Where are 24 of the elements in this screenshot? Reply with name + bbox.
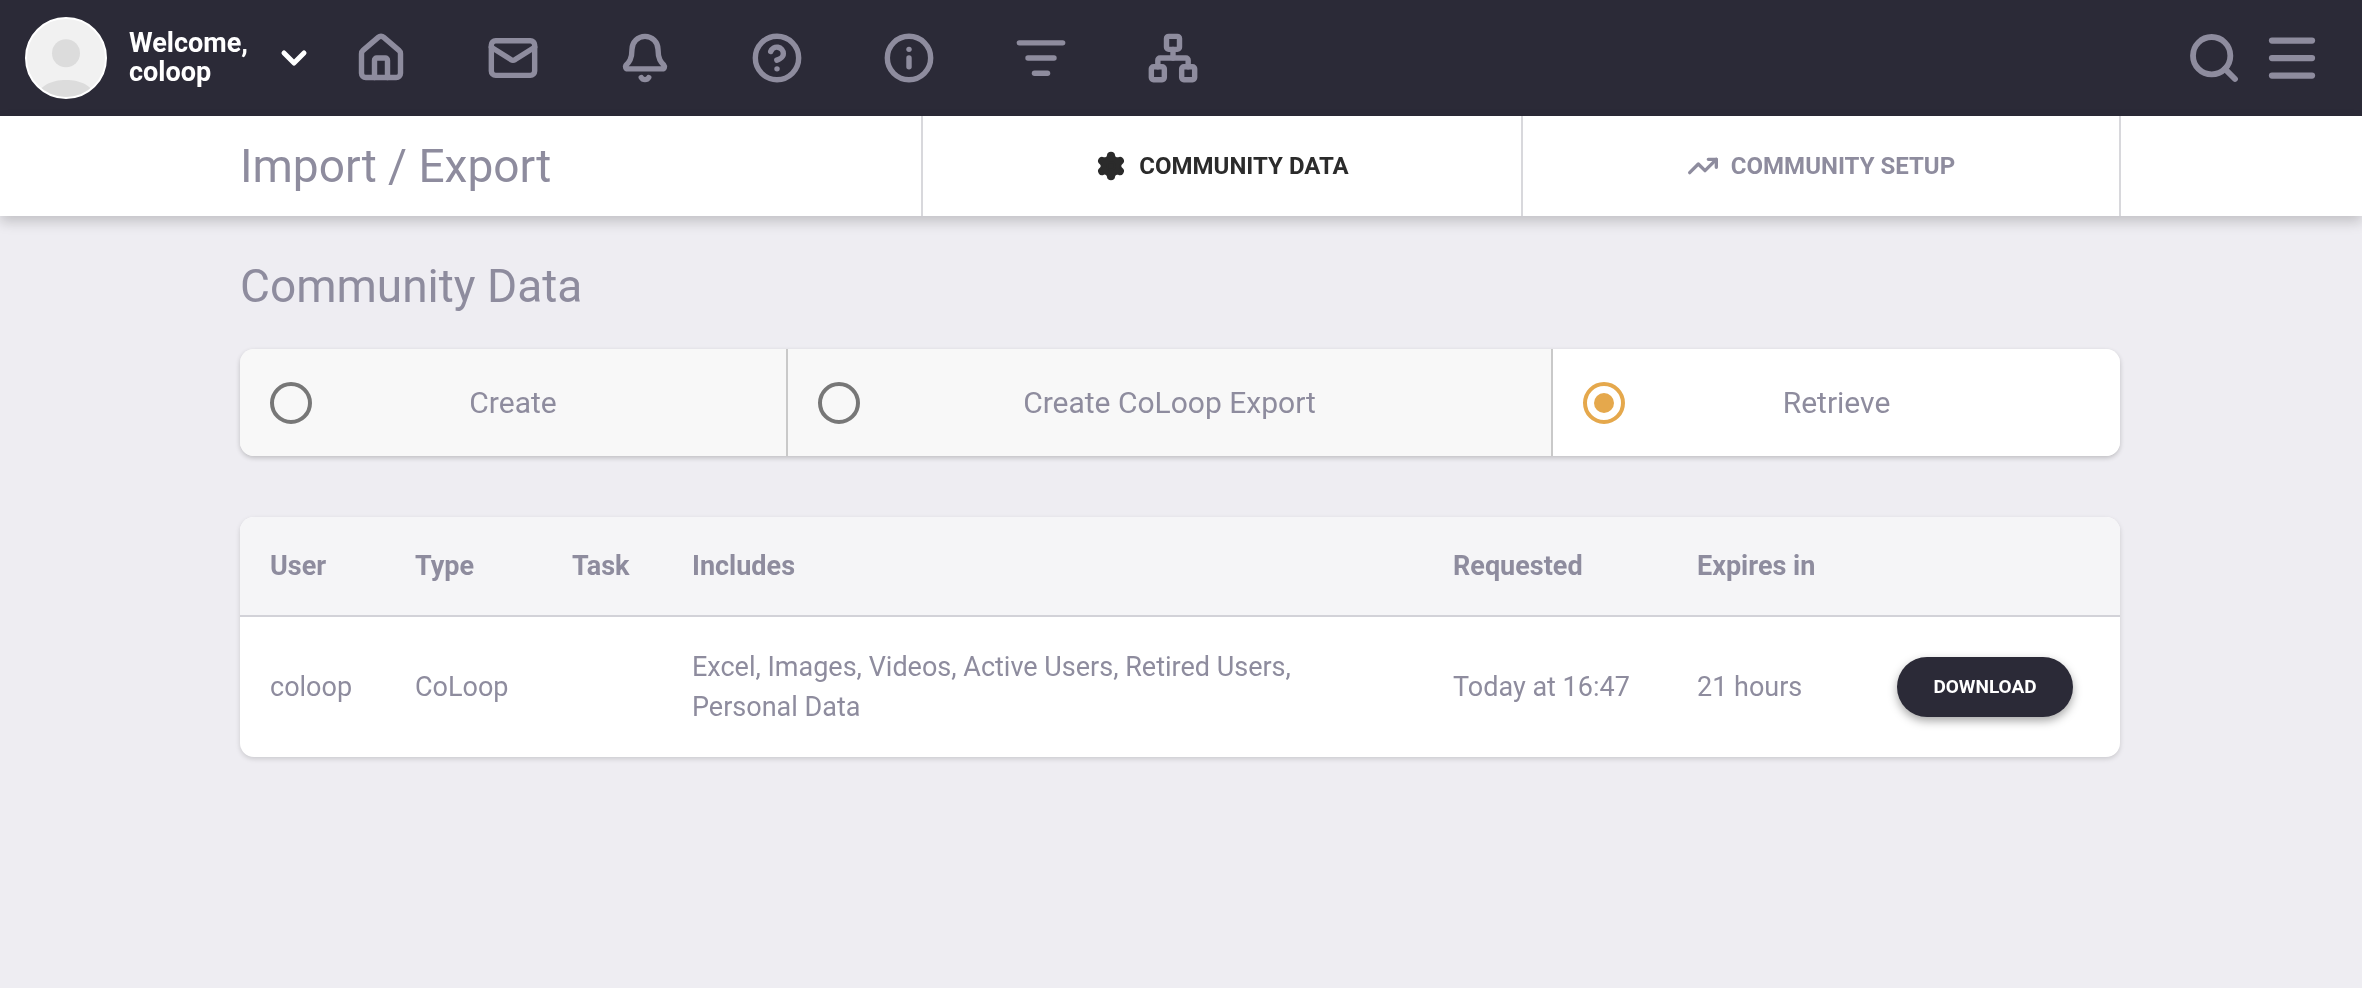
table-cell-text: Today at 16:47 — [1453, 670, 1631, 705]
column-header: Type — [415, 549, 475, 582]
column-header: Requested — [1453, 549, 1583, 582]
username-text: coloop — [129, 58, 212, 87]
table-cell-text: coloop — [270, 670, 354, 705]
welcome-text: Welcome, — [129, 29, 248, 58]
section-title: Community Data — [240, 259, 583, 313]
mode-option[interactable]: Create CoLoop Export — [786, 349, 1551, 456]
tab[interactable]: COMMUNITY SETUP — [1521, 116, 2121, 216]
table-cell-text: CoLoop — [415, 670, 510, 705]
tab[interactable]: COMMUNITY DATA — [921, 116, 1521, 216]
column-header: Expires in — [1697, 549, 1816, 582]
mode-option[interactable]: Create — [240, 349, 786, 456]
column-header: User — [270, 549, 327, 582]
radio-button[interactable] — [818, 382, 860, 424]
mode-option[interactable]: Retrieve — [1551, 349, 2120, 456]
table-cell-text: 21 hours — [1697, 670, 1804, 705]
radio-button[interactable] — [270, 382, 312, 424]
download-button[interactable]: DOWNLOAD — [1897, 657, 2073, 717]
page-title: Import / Export — [240, 137, 552, 195]
column-header: Task — [572, 549, 630, 582]
column-header: Includes — [692, 549, 796, 582]
table-cell-text: Excel, Images, Videos, Active Users, Retired Users, Personal Data — [692, 650, 1292, 725]
radio-button[interactable] — [1583, 382, 1625, 424]
